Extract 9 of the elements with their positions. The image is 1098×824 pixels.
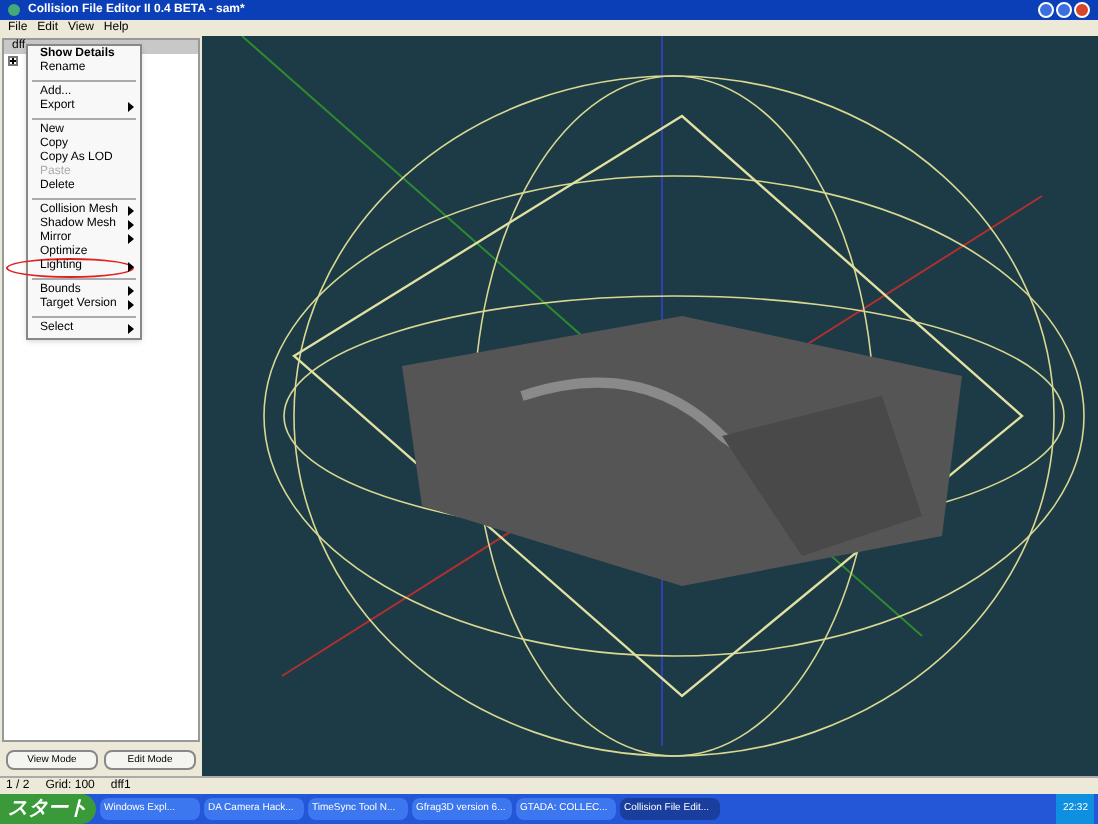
submenu-arrow-icon bbox=[128, 102, 134, 112]
start-button[interactable]: スタート bbox=[0, 794, 96, 824]
expand-icon[interactable] bbox=[8, 56, 18, 66]
minimize-button[interactable] bbox=[1038, 2, 1054, 18]
submenu-arrow-icon bbox=[128, 262, 134, 272]
submenu-arrow-icon bbox=[128, 324, 134, 334]
maximize-button[interactable] bbox=[1056, 2, 1072, 18]
close-button[interactable] bbox=[1074, 2, 1090, 18]
app-icon bbox=[8, 4, 20, 16]
